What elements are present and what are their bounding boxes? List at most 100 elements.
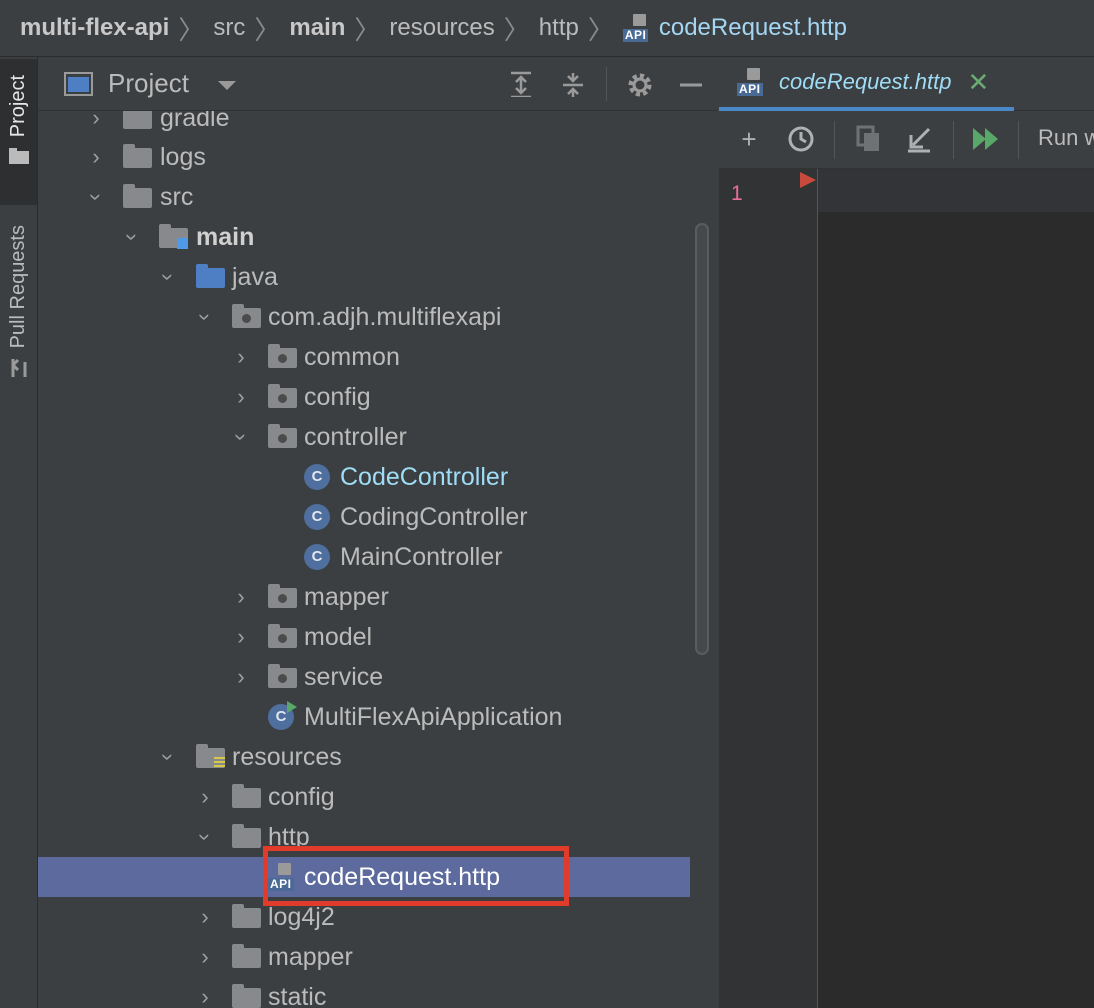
breadcrumb-separator-icon: 〉	[503, 14, 530, 45]
tree-row[interactable]: C MainController	[38, 537, 690, 577]
tab-label: codeRequest.http	[779, 69, 952, 94]
folder-icon	[232, 904, 262, 928]
run-with-label[interactable]: Run w	[1038, 125, 1094, 151]
chevron-down-icon[interactable]: ›	[193, 827, 218, 847]
tree-item-label: mapper	[268, 942, 353, 971]
tree-row[interactable]: › http	[38, 817, 690, 857]
breadcrumb-item-file[interactable]: codeRequest.http	[659, 14, 847, 42]
tree-row[interactable]: C CodeController	[38, 457, 690, 497]
tree-row[interactable]: › config	[38, 377, 690, 417]
tree-row[interactable]: › log4j2	[38, 897, 690, 937]
history-icon[interactable]	[787, 125, 815, 153]
tree-row-selected[interactable]: API codeRequest.http	[38, 857, 690, 897]
run-all-icon[interactable]	[971, 125, 999, 153]
tree-row[interactable]: › mapper	[38, 937, 690, 977]
line-number: 1	[731, 182, 743, 205]
tree-row[interactable]: › static	[38, 977, 690, 1008]
chevron-right-icon[interactable]: ›	[195, 906, 215, 928]
breadcrumb-separator-icon: 〉	[354, 14, 381, 45]
tree-item-label: controller	[304, 422, 407, 451]
editor-area[interactable]: 1	[719, 169, 1094, 1008]
tree-row[interactable]: C MultiFlexApiApplication	[38, 697, 690, 737]
tree-row[interactable]: › config	[38, 777, 690, 817]
breadcrumb-item-main[interactable]: main	[289, 14, 345, 42]
tree-row[interactable]: › src	[38, 177, 690, 217]
package-icon	[268, 584, 298, 608]
api-file-icon: API	[268, 863, 298, 891]
tree-item-label: logs	[160, 142, 206, 171]
tree-row[interactable]: › mapper	[38, 577, 690, 617]
minimize-icon[interactable]	[678, 71, 704, 97]
tree-row[interactable]: › gradle	[38, 111, 690, 138]
tree-item-label: http	[268, 822, 310, 851]
collapse-all-icon[interactable]	[560, 71, 586, 97]
close-icon[interactable]: ✕	[967, 67, 989, 98]
import-icon[interactable]	[905, 125, 933, 153]
api-file-icon: API	[737, 68, 767, 96]
breadcrumb-item-src[interactable]: src	[213, 14, 245, 42]
chevron-right-icon[interactable]: ›	[231, 666, 251, 688]
tree-row[interactable]: › common	[38, 337, 690, 377]
chevron-right-icon[interactable]: ›	[231, 346, 251, 368]
package-icon	[232, 304, 262, 328]
chevron-right-icon[interactable]: ›	[231, 386, 251, 408]
folder-icon	[123, 111, 153, 129]
tree-row[interactable]: › model	[38, 617, 690, 657]
chevron-down-icon[interactable]: ›	[156, 747, 181, 767]
tree-item-label: MultiFlexApiApplication	[304, 702, 563, 731]
project-panel-header: Project	[38, 57, 718, 111]
expand-all-icon[interactable]	[508, 71, 534, 97]
tree-row[interactable]: › service	[38, 657, 690, 697]
package-icon	[268, 664, 298, 688]
panel-title: Project	[108, 68, 189, 98]
chevron-down-icon[interactable]: ›	[193, 307, 218, 327]
chevron-right-icon[interactable]: ›	[86, 146, 106, 168]
folder-icon	[232, 824, 262, 848]
tree-row[interactable]: › logs	[38, 137, 690, 177]
tree-item-label: common	[304, 342, 400, 371]
tree-item-label: log4j2	[268, 902, 335, 931]
tree-row[interactable]: › controller	[38, 417, 690, 457]
chevron-down-icon[interactable]: ›	[156, 267, 181, 287]
chevron-down-icon[interactable]	[216, 79, 238, 93]
breadcrumb-item-http[interactable]: http	[539, 14, 579, 42]
folder-icon	[123, 184, 153, 208]
tree-scrollbar[interactable]	[695, 223, 709, 655]
package-icon	[268, 624, 298, 648]
folder-icon	[123, 144, 153, 168]
breadcrumb-item-resources[interactable]: resources	[389, 14, 494, 42]
current-line-highlight	[818, 169, 1094, 212]
tool-tab-project[interactable]: Project	[0, 59, 37, 205]
breadcrumb-item-project[interactable]: multi-flex-api	[20, 14, 169, 42]
tree-row[interactable]: › java	[38, 257, 690, 297]
run-marker-icon[interactable]	[800, 172, 816, 188]
chevron-right-icon[interactable]: ›	[195, 786, 215, 808]
tree-row[interactable]: › main	[38, 217, 690, 257]
package-icon	[268, 384, 298, 408]
tool-window-strip: Project Pull Requests	[0, 57, 38, 1008]
class-icon: C	[304, 544, 330, 570]
tree-item-label: com.adjh.multiflexapi	[268, 302, 502, 331]
tree-item-label: codeRequest.http	[304, 862, 500, 891]
tree-row[interactable]: › resources	[38, 737, 690, 777]
tree-row[interactable]: C CodingController	[38, 497, 690, 537]
add-request-icon[interactable]: +	[735, 125, 763, 153]
tree-item-label: resources	[232, 742, 342, 771]
chevron-down-icon[interactable]: ›	[84, 187, 109, 207]
package-icon	[268, 424, 298, 448]
chevron-right-icon[interactable]: ›	[195, 986, 215, 1008]
chevron-down-icon[interactable]: ›	[120, 227, 145, 247]
tree-row[interactable]: › com.adjh.multiflexapi	[38, 297, 690, 337]
chevron-right-icon[interactable]: ›	[195, 946, 215, 968]
toolbar-divider	[606, 67, 607, 101]
gear-icon[interactable]	[626, 71, 652, 97]
editor-tab-active[interactable]: API codeRequest.http ✕	[719, 57, 1014, 111]
copy-icon[interactable]	[855, 125, 883, 153]
chevron-down-icon[interactable]: ›	[229, 427, 254, 447]
api-file-icon: API	[622, 14, 653, 42]
chevron-right-icon[interactable]: ›	[86, 111, 106, 129]
chevron-right-icon[interactable]: ›	[231, 626, 251, 648]
chevron-right-icon[interactable]: ›	[231, 586, 251, 608]
breadcrumb-separator-icon: 〉	[178, 14, 205, 45]
tool-tab-pull-requests[interactable]: Pull Requests	[0, 217, 37, 407]
